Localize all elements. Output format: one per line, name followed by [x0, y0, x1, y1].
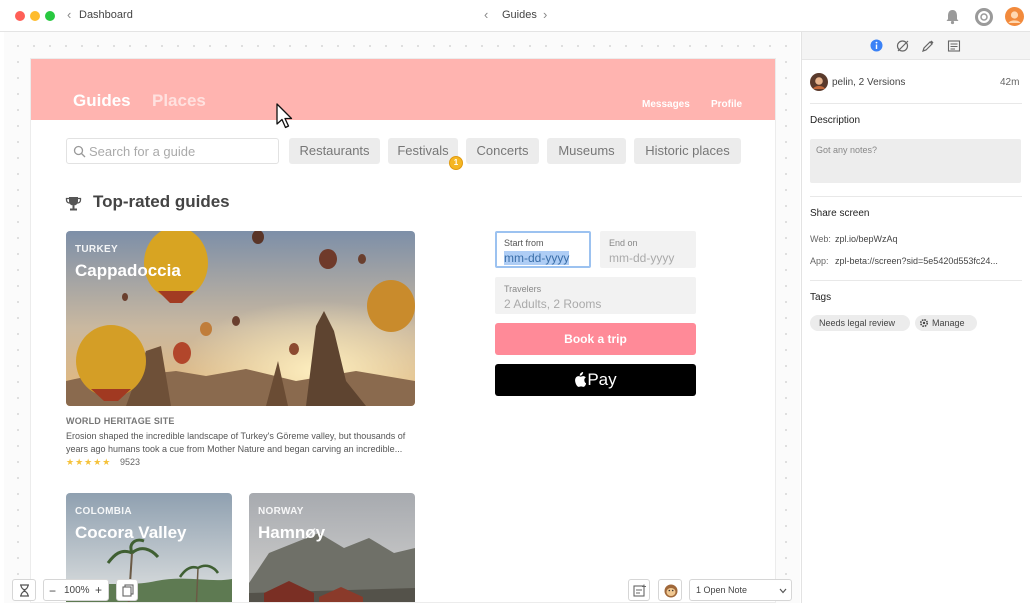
- share-screen-heading: Share screen: [810, 208, 870, 219]
- manage-tags-button[interactable]: Manage: [915, 315, 977, 331]
- card-name: Hamnøy: [258, 523, 326, 542]
- manage-label: Manage: [932, 318, 965, 328]
- rating-stars-icon: ★★★★★: [66, 457, 112, 467]
- description-line: years ago humans took a cue from Mother …: [66, 443, 403, 454]
- monkey-emoji-icon: [664, 584, 678, 598]
- apple-pay-button[interactable]: Pay: [495, 364, 696, 396]
- notes-list-icon[interactable]: [947, 39, 961, 53]
- guide-search-box[interactable]: [66, 138, 279, 164]
- notes-textarea[interactable]: [816, 145, 1016, 175]
- filter-chip-restaurants[interactable]: Restaurants: [289, 138, 380, 164]
- end-date-value[interactable]: mm-dd-yyyy: [609, 251, 674, 265]
- nav-tab-guides[interactable]: Guides: [73, 91, 131, 111]
- emoji-button[interactable]: [658, 579, 682, 601]
- inspector-panel: pelin, 2 Versions 42m Description Share …: [801, 32, 1030, 603]
- next-screen-icon[interactable]: ›: [543, 7, 547, 22]
- divider: [810, 280, 1022, 281]
- messages-link[interactable]: Messages: [642, 99, 690, 110]
- window-title: Guides: [502, 9, 537, 21]
- card-country: COLOMBIA: [75, 506, 132, 517]
- app-header: Guides Places Messages Profile: [31, 59, 775, 120]
- add-note-icon: [633, 584, 646, 597]
- chevron-left-icon[interactable]: ‹: [67, 7, 71, 22]
- minimize-window-button[interactable]: [30, 11, 40, 21]
- panel-tabs: [802, 32, 1030, 60]
- chevron-down-icon: [779, 588, 787, 594]
- start-date-field[interactable]: Start from mm-dd-yyyy: [495, 231, 591, 268]
- previous-screen-icon[interactable]: ‹: [484, 7, 488, 22]
- description-line: Erosion shaped the incredible landscape …: [66, 431, 406, 441]
- dashboard-back-link[interactable]: Dashboard: [79, 9, 133, 21]
- screen-artboard[interactable]: Guides Places Messages Profile Restauran…: [30, 58, 776, 603]
- description-heading: Description: [810, 115, 861, 126]
- featured-name: Cappadoccia: [75, 261, 181, 280]
- travelers-field[interactable]: Travelers 2 Adults, 2 Rooms: [495, 277, 696, 314]
- comment-pin-badge[interactable]: 1: [449, 156, 463, 170]
- help-lifebuoy-icon[interactable]: [975, 8, 993, 26]
- zoom-control: − 100% +: [43, 579, 109, 601]
- filter-chip-museums[interactable]: Museums: [547, 138, 626, 164]
- web-link-url[interactable]: zpl.io/bepWzAq: [835, 234, 898, 244]
- profile-link[interactable]: Profile: [711, 99, 742, 110]
- hide-annotations-icon[interactable]: [896, 39, 910, 53]
- last-edit-time: 42m: [1000, 77, 1020, 88]
- hourglass-icon: [20, 584, 29, 597]
- guide-card-norway[interactable]: NORWAY Hamnøy: [249, 493, 415, 602]
- close-window-button[interactable]: [15, 11, 25, 21]
- app-link-url[interactable]: zpl-beta://screen?sid=5e5420d553fc24...: [835, 256, 998, 266]
- apple-pay-label: Pay: [587, 370, 617, 389]
- apple-logo-icon: [575, 372, 587, 387]
- filter-chip-historic-places[interactable]: Historic places: [634, 138, 741, 164]
- notifications-bell-icon[interactable]: [944, 8, 961, 25]
- web-link-label: Web:: [810, 234, 831, 244]
- divider: [810, 103, 1022, 104]
- author-versions[interactable]: pelin, 2 Versions: [832, 77, 905, 88]
- title-bar: ‹ Dashboard ‹ Guides ›: [0, 0, 1030, 32]
- travelers-value[interactable]: 2 Adults, 2 Rooms: [504, 297, 601, 311]
- gear-icon: [919, 318, 929, 328]
- start-date-label: Start from: [504, 238, 544, 248]
- maximize-window-button[interactable]: [45, 11, 55, 21]
- zoom-in-button[interactable]: +: [95, 583, 102, 597]
- zoom-level: 100%: [64, 585, 90, 596]
- add-note-button[interactable]: [628, 579, 650, 601]
- user-avatar[interactable]: [1005, 7, 1024, 26]
- rating-count: 9523: [120, 457, 141, 467]
- author-avatar: [810, 73, 828, 91]
- open-notes-select[interactable]: 1 Open Note: [689, 579, 792, 601]
- featured-description: Erosion shaped the incredible landscape …: [66, 430, 416, 455]
- copy-icon: [122, 584, 134, 597]
- search-icon: [73, 145, 86, 158]
- zoom-out-button[interactable]: −: [49, 584, 56, 598]
- filter-chip-festivals[interactable]: Festivals: [388, 138, 458, 164]
- book-trip-button[interactable]: Book a trip: [495, 323, 696, 355]
- notes-box: [810, 139, 1021, 183]
- end-date-field[interactable]: End on mm-dd-yyyy: [600, 231, 696, 268]
- travelers-label: Travelers: [504, 284, 542, 294]
- end-date-label: End on: [609, 238, 638, 248]
- trophy-icon: [65, 197, 82, 211]
- filter-chip-concerts[interactable]: Concerts: [466, 138, 539, 164]
- history-button[interactable]: [12, 579, 36, 601]
- divider: [810, 196, 1022, 197]
- copy-button[interactable]: [116, 579, 138, 601]
- card-country: NORWAY: [258, 506, 304, 517]
- info-icon[interactable]: [870, 39, 883, 52]
- featured-country: TURKEY: [75, 244, 118, 255]
- featured-guide-card[interactable]: TURKEY Cappadoccia: [66, 231, 415, 406]
- tags-heading: Tags: [810, 292, 832, 303]
- open-notes-value: 1 Open Note: [696, 585, 748, 595]
- search-input[interactable]: [89, 143, 274, 160]
- tag-needs-legal-review[interactable]: Needs legal review: [810, 315, 910, 331]
- nav-tab-places[interactable]: Places: [152, 91, 206, 111]
- start-date-value[interactable]: mm-dd-yyyy: [504, 251, 570, 265]
- app-link-label: App:: [810, 256, 829, 266]
- color-picker-icon[interactable]: [921, 39, 935, 53]
- cappadocia-photo: [66, 231, 415, 406]
- section-title: Top-rated guides: [93, 192, 230, 211]
- mouse-cursor-icon: [276, 103, 293, 129]
- site-category-label: WORLD HERITAGE SITE: [66, 416, 175, 426]
- card-name: Cocora Valley: [75, 523, 187, 542]
